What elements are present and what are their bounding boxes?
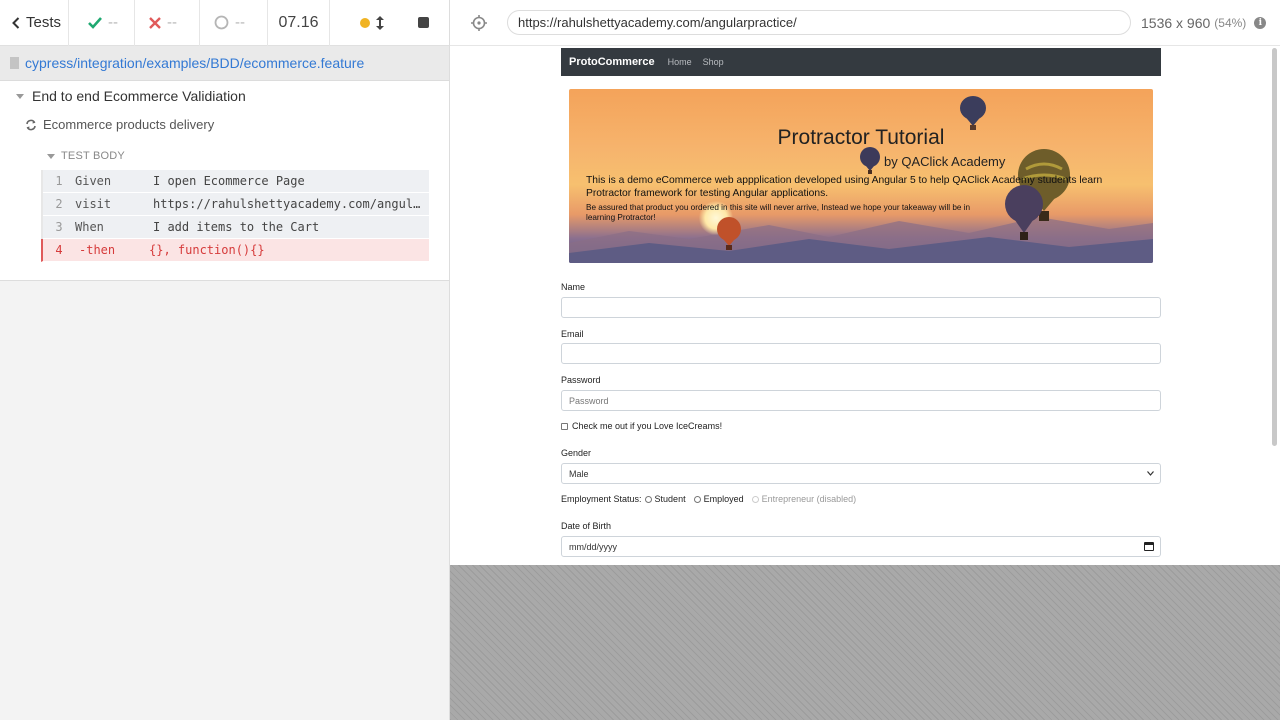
caret-down-icon: [47, 153, 55, 159]
stop-icon[interactable]: [418, 17, 429, 28]
refresh-icon: [26, 119, 36, 130]
check-icon: [88, 16, 102, 29]
running-indicator-icon: [360, 17, 370, 28]
test-body-header[interactable]: TEST BODY: [47, 150, 125, 162]
x-icon: [149, 16, 161, 29]
auto-scroll-toggle[interactable]: [360, 15, 384, 30]
caret-down-icon: [16, 93, 24, 99]
banner-subtitle: by QAClick Academy: [884, 154, 1006, 169]
calendar-icon[interactable]: [1144, 542, 1154, 551]
circle-notch-icon: [214, 15, 229, 30]
balloon-image: [960, 96, 986, 130]
arrows-vertical-icon: [376, 15, 384, 30]
dob-input[interactable]: mm/dd/yyyy: [561, 536, 1161, 557]
command-row-failed[interactable]: 4 -then {}, function(){}: [41, 239, 429, 262]
email-label: Email: [561, 329, 584, 339]
viewport-zoom: (54%): [1214, 15, 1247, 30]
email-input[interactable]: [561, 343, 1161, 364]
passed-count: --: [69, 0, 135, 46]
employment-status-group: Employment Status: Student Employed Entr…: [561, 494, 856, 504]
name-label: Name: [561, 282, 586, 292]
viewport-size: 1536 x 960: [1141, 14, 1211, 31]
pending-count: --: [200, 0, 268, 46]
name-input[interactable]: [561, 297, 1161, 318]
banner-description: This is a demo eCommerce web appplicatio…: [586, 175, 1103, 199]
info-icon[interactable]: i: [1254, 16, 1267, 29]
employed-label: Employed: [703, 494, 744, 504]
gender-select[interactable]: Male: [561, 463, 1161, 484]
aut-iframe: ProtoCommerce Home Shop Protractor Tutor…: [450, 46, 1280, 565]
chevron-left-icon: [12, 16, 20, 29]
command-row[interactable]: 1 Given I open Ecommerce Page: [43, 170, 429, 193]
password-label: Password: [561, 375, 601, 385]
suite-row[interactable]: End to end Ecommerce Validiation: [16, 88, 246, 104]
banner-note: Be assured that product you ordered in t…: [586, 203, 971, 222]
test-title: Ecommerce products delivery: [43, 117, 215, 132]
entrepreneur-label: Entrepreneur (disabled): [761, 494, 857, 504]
entrepreneur-radio: [751, 495, 759, 503]
student-radio[interactable]: [644, 495, 652, 503]
balloon-image: [860, 147, 880, 174]
brand-link[interactable]: ProtoCommerce: [569, 56, 655, 68]
hero-banner: Protractor Tutorial by QAClick Academy T…: [569, 89, 1153, 263]
viewport-info: 1536 x 960 (54%) i: [1141, 14, 1267, 31]
spec-path-bar: cypress/integration/examples/BDD/ecommer…: [0, 46, 449, 81]
chevron-down-icon: [1147, 471, 1154, 476]
employed-radio[interactable]: [693, 495, 701, 503]
nav-home-link[interactable]: Home: [668, 57, 692, 67]
dob-label: Date of Birth: [561, 521, 612, 531]
icecream-checkbox[interactable]: [561, 422, 568, 430]
icecream-checkbox-label: Check me out if you Love IceCreams!: [572, 421, 723, 431]
aut-header: https://rahulshettyacademy.com/angularpr…: [450, 0, 1280, 46]
failed-count: --: [135, 0, 200, 46]
command-row[interactable]: 2 visit https://rahulshettyacademy.com/a…: [43, 193, 429, 216]
gender-label: Gender: [561, 448, 592, 458]
employment-label: Employment Status:: [561, 494, 642, 504]
runnables-panel: End to end Ecommerce Validiation Ecommer…: [0, 81, 449, 281]
tests-label: Tests: [26, 14, 62, 31]
reporter-header: Tests -- -- -- 07.16: [0, 0, 449, 46]
banner-title: Protractor Tutorial: [777, 126, 945, 149]
crosshair-icon: [470, 14, 487, 31]
test-row[interactable]: Ecommerce products delivery: [25, 117, 214, 132]
url-bar[interactable]: https://rahulshettyacademy.com/angularpr…: [507, 10, 1131, 35]
icecream-checkbox-row: Check me out if you Love IceCreams!: [561, 421, 722, 431]
reporter-panel: Tests -- -- -- 07.16 cypress/integration…: [0, 0, 450, 720]
run-controls: [330, 0, 449, 46]
site-navbar: ProtoCommerce Home Shop: [561, 48, 1161, 76]
run-duration: 07.16: [268, 0, 330, 46]
file-icon: [10, 57, 19, 69]
command-row[interactable]: 3 When I add items to the Cart: [43, 216, 429, 239]
app-under-test-panel: https://rahulshettyacademy.com/angularpr…: [450, 0, 1280, 720]
selector-playground-button[interactable]: [450, 14, 507, 31]
command-log: 1 Given I open Ecommerce Page 2 visit ht…: [41, 170, 429, 262]
spec-path-link[interactable]: cypress/integration/examples/BDD/ecommer…: [25, 55, 364, 71]
tests-back-button[interactable]: Tests: [0, 0, 69, 46]
nav-shop-link[interactable]: Shop: [703, 57, 724, 67]
iframe-scrollbar[interactable]: [1272, 48, 1277, 446]
suite-title: End to end Ecommerce Validiation: [32, 88, 246, 104]
password-input[interactable]: Password: [561, 390, 1161, 411]
unused-viewport-area: [450, 565, 1280, 720]
student-label: Student: [654, 494, 686, 504]
